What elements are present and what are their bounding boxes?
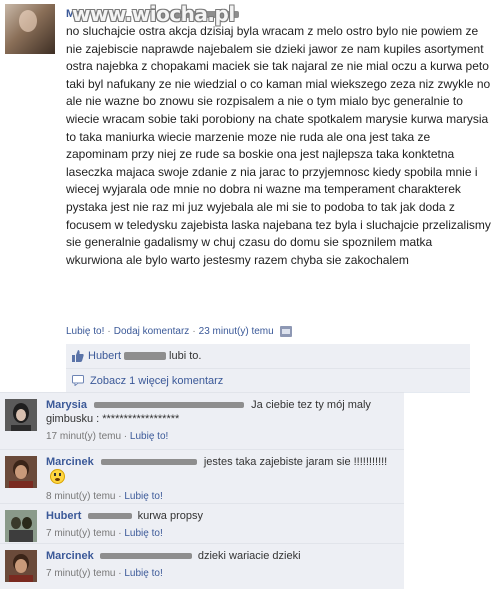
- censored-surname: [94, 402, 245, 408]
- comment-item: Hubert kurwa propsy 7 minut(y) temu · Lu…: [0, 503, 404, 543]
- comment-time[interactable]: 7 minut(y) temu: [46, 528, 115, 539]
- likes-suffix: lubi to.: [169, 350, 202, 362]
- post-timestamp[interactable]: 23 minut(y) temu: [199, 326, 274, 337]
- comment-meta: 17 minut(y) temu · Lubię to!: [46, 431, 169, 442]
- censored-surname: [99, 553, 192, 559]
- comment-like-link[interactable]: Lubię to!: [124, 491, 162, 502]
- commenter-name[interactable]: Marcinek: [46, 550, 94, 562]
- comment-meta: 7 minut(y) temu · Lubię to!: [46, 568, 163, 579]
- view-more-comments-link[interactable]: Zobacz 1 więcej komentarz: [90, 375, 223, 387]
- smiley-icon: [50, 469, 65, 484]
- comment-time[interactable]: 7 minut(y) temu: [46, 568, 115, 579]
- censored-liker-surname: [124, 352, 167, 360]
- comment-item: Marcinek jestes taka zajebiste jaram sie…: [0, 449, 404, 503]
- thumbs-up-icon: [72, 350, 84, 362]
- comment-text: kurwa propsy: [137, 510, 203, 522]
- commenter-avatar[interactable]: [5, 399, 37, 431]
- commenter-name[interactable]: Hubert: [46, 510, 81, 522]
- comment-text: dzieki wariacie dzieki: [197, 550, 301, 562]
- comment-item: Marcinek dzieki wariacie dzieki 7 minut(…: [0, 543, 404, 589]
- comment-item: Marysia Ja ciebie tez ty mój maly gimbus…: [0, 392, 404, 449]
- comment-like-link[interactable]: Lubię to!: [124, 528, 162, 539]
- post-actions: Lubię to! · Dodaj komentarz · 23 minut(y…: [66, 326, 292, 337]
- like-link[interactable]: Lubię to!: [66, 326, 104, 337]
- censored-surname: [87, 513, 132, 519]
- comment-time[interactable]: 8 minut(y) temu: [46, 491, 115, 502]
- commenter-name[interactable]: Marcinek: [46, 456, 94, 468]
- privacy-icon: [279, 326, 292, 337]
- separator: ·: [107, 326, 111, 337]
- comment-body: Hubert kurwa propsy 7 minut(y) temu · Lu…: [46, 509, 396, 541]
- post-message: no sluchajcie ostra akcja dzisiaj byla w…: [66, 24, 491, 267]
- feedback-area: Hubert lubi to. Zobacz 1 więcej komentar…: [66, 344, 470, 393]
- comment-like-link[interactable]: Lubię to!: [124, 568, 162, 579]
- comment-time[interactable]: 17 minut(y) temu: [46, 431, 121, 442]
- comment-body: Marcinek jestes taka zajebiste jaram sie…: [46, 455, 396, 504]
- likes-box: Hubert lubi to. Zobacz 1 więcej komentar…: [66, 344, 470, 393]
- comment-text: jestes taka zajebiste jaram sie !!!!!!!!…: [203, 456, 388, 468]
- author-avatar[interactable]: [5, 4, 55, 54]
- commenter-avatar[interactable]: [5, 550, 37, 582]
- commenter-avatar[interactable]: [5, 510, 37, 542]
- censored-surname: [100, 459, 197, 465]
- separator: ·: [192, 326, 196, 337]
- comment-body: Marcinek dzieki wariacie dzieki 7 minut(…: [46, 549, 396, 581]
- comment-meta: 7 minut(y) temu · Lubię to!: [46, 528, 163, 539]
- view-more-comments-row[interactable]: Zobacz 1 więcej komentarz: [66, 368, 470, 392]
- comment-like-link[interactable]: Lubię to!: [130, 431, 168, 442]
- liker-name[interactable]: Hubert: [88, 350, 121, 362]
- comments-icon: [72, 375, 84, 386]
- likes-row: Hubert lubi to.: [66, 344, 470, 368]
- commenter-name[interactable]: Marysia: [46, 399, 87, 411]
- comment-meta: 8 minut(y) temu · Lubię to!: [46, 491, 163, 502]
- avatar-highlight: [19, 10, 37, 32]
- comment-body: Marysia Ja ciebie tez ty mój maly gimbus…: [46, 398, 396, 444]
- commenter-avatar[interactable]: [5, 456, 37, 488]
- add-comment-link[interactable]: Dodaj komentarz: [114, 326, 190, 337]
